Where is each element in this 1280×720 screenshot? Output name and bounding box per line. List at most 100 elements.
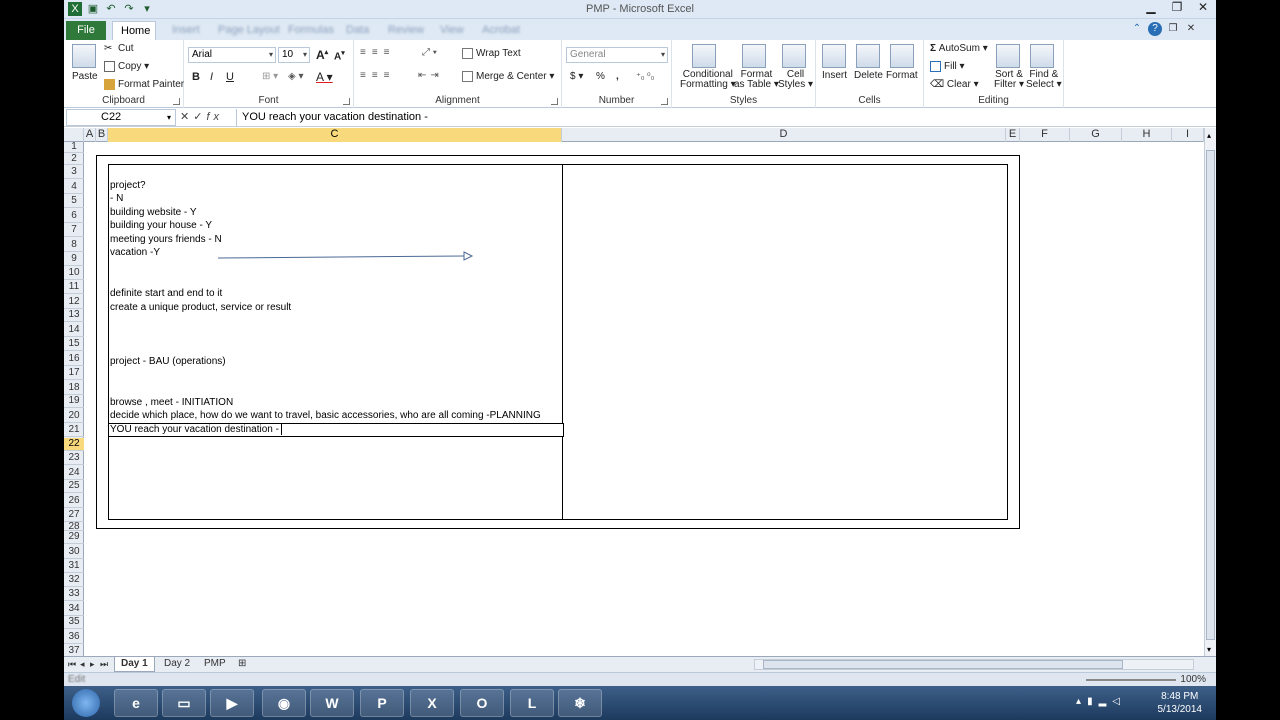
number-launcher-icon[interactable]	[661, 98, 668, 105]
row-header-15[interactable]: 15	[64, 337, 84, 351]
row-header-17[interactable]: 17	[64, 366, 84, 380]
column-header-b[interactable]: B	[96, 128, 108, 142]
number-format-combo[interactable]: General ▾	[566, 47, 668, 63]
row-header-27[interactable]: 27	[64, 508, 84, 522]
sort-filter-icon[interactable]	[996, 44, 1020, 68]
row-header-16[interactable]: 16	[64, 352, 84, 366]
row-header-30[interactable]: 30	[64, 545, 84, 559]
font-color-icon[interactable]: A ▾	[316, 70, 333, 84]
font-size-combo[interactable]: 10 ▾	[278, 47, 310, 63]
column-header-f[interactable]: F	[1020, 128, 1070, 142]
row-header-12[interactable]: 12	[64, 295, 84, 309]
insert-button[interactable]: Insert	[822, 70, 847, 81]
cell-c13[interactable]: create a unique product, service or resu…	[110, 302, 291, 313]
scroll-down-icon[interactable]: ▾	[1207, 645, 1211, 654]
row-header-9[interactable]: 9	[64, 252, 84, 266]
worksheet-grid[interactable]: project? - N building website - Y buildi…	[84, 142, 1204, 656]
cell-c9[interactable]: vacation -Y	[110, 247, 160, 258]
format-as-table-icon[interactable]	[742, 44, 766, 68]
cell-styles-button[interactable]: Cell Styles ▾	[778, 70, 813, 90]
tab-view[interactable]: View	[432, 21, 472, 40]
row-header-5[interactable]: 5	[64, 194, 84, 208]
cell-c20[interactable]: browse , meet - INITIATION	[110, 397, 233, 408]
taskbar-excel[interactable]: X	[410, 689, 454, 717]
taskbar-media[interactable]: ▶	[210, 689, 254, 717]
column-header-e[interactable]: E	[1006, 128, 1020, 142]
restore-workbook-icon[interactable]: ❐	[1166, 22, 1180, 36]
tab-insert[interactable]: Insert	[164, 21, 208, 40]
battery-icon[interactable]: ▮	[1087, 696, 1099, 707]
next-sheet-icon[interactable]: ▸	[90, 659, 95, 670]
cell-c7[interactable]: building your house - Y	[110, 220, 212, 231]
tab-formulas[interactable]: Formulas	[280, 21, 342, 40]
column-header-d[interactable]: D	[562, 128, 1006, 142]
find-select-button[interactable]: Find & Select ▾	[1026, 70, 1062, 90]
row-header-34[interactable]: 34	[64, 602, 84, 616]
tab-home[interactable]: Home	[112, 21, 156, 40]
conditional-formatting-button[interactable]: Conditional Formatting ▾	[680, 70, 736, 90]
cell-c22[interactable]: YOU reach your vacation destination -	[110, 424, 282, 435]
row-header-14[interactable]: 14	[64, 323, 84, 337]
zoom-level[interactable]: 100%	[1180, 674, 1206, 685]
tray-up-icon[interactable]: ▴	[1076, 696, 1087, 707]
font-launcher-icon[interactable]	[343, 98, 350, 105]
grow-font-icon[interactable]: A▴	[316, 48, 328, 62]
network-icon[interactable]: ▂	[1099, 696, 1113, 707]
paste-icon[interactable]	[72, 44, 96, 68]
row-header-10[interactable]: 10	[64, 267, 84, 280]
vertical-align-icons[interactable]: ≡≡≡	[360, 47, 396, 58]
cancel-icon[interactable]: ✕	[180, 111, 193, 123]
scroll-up-icon[interactable]: ▴	[1207, 131, 1211, 140]
orientation-icon[interactable]: ⤢ ▾	[422, 47, 437, 58]
merge-center-button[interactable]: Merge & Center ▾	[462, 71, 554, 82]
taskbar-powerpoint[interactable]: P	[360, 689, 404, 717]
row-header-28[interactable]: 28	[64, 521, 84, 531]
borders-icon[interactable]: ⊞ ▾	[262, 71, 278, 82]
minimize-ribbon-icon[interactable]: ⌃	[1130, 22, 1144, 36]
decimal-icons[interactable]: ⁺₀ ⁰₀	[636, 71, 654, 82]
help-icon[interactable]: ?	[1148, 22, 1162, 36]
close-workbook-icon[interactable]: ✕	[1184, 22, 1198, 36]
cell-styles-icon[interactable]	[782, 44, 806, 68]
horizontal-scrollbar[interactable]	[754, 659, 1194, 670]
conditional-formatting-icon[interactable]	[692, 44, 716, 68]
last-sheet-icon[interactable]: ⏭	[100, 659, 108, 670]
cell-c21[interactable]: decide which place, how do we want to tr…	[110, 410, 541, 421]
format-cells-icon[interactable]	[890, 44, 914, 68]
wrap-text-button[interactable]: Wrap Text	[462, 48, 521, 59]
paste-button[interactable]: Paste	[72, 71, 98, 82]
row-header-18[interactable]: 18	[64, 381, 84, 395]
close-icon[interactable]: ✕	[1190, 0, 1216, 16]
insert-cells-icon[interactable]	[822, 44, 846, 68]
tab-acrobat[interactable]: Acrobat	[474, 21, 528, 40]
copy-button[interactable]: Copy ▾	[104, 61, 149, 72]
row-header-19[interactable]: 19	[64, 395, 84, 408]
tab-file[interactable]: File	[66, 21, 106, 40]
fill-button[interactable]: Fill ▾	[930, 61, 965, 72]
start-button[interactable]	[72, 689, 100, 717]
row-header-7[interactable]: 7	[64, 223, 84, 237]
format-painter-button[interactable]: Format Painter	[104, 79, 184, 90]
column-header-g[interactable]: G	[1070, 128, 1122, 142]
row-header-8[interactable]: 8	[64, 238, 84, 252]
clear-button[interactable]: ⌫ Clear ▾	[930, 79, 979, 90]
row-header-35[interactable]: 35	[64, 616, 84, 629]
row-header-26[interactable]: 26	[64, 494, 84, 508]
row-header-13[interactable]: 13	[64, 309, 84, 322]
row-header-11[interactable]: 11	[64, 280, 84, 294]
insert-function-icon[interactable]: fx	[206, 111, 223, 123]
vertical-scroll-thumb[interactable]	[1206, 150, 1215, 640]
cell-c6[interactable]: building website - Y	[110, 207, 197, 218]
column-header-i[interactable]: I	[1172, 128, 1204, 142]
row-header-36[interactable]: 36	[64, 630, 84, 644]
sheet-tab-day-2[interactable]: Day 2	[158, 657, 196, 672]
row-header-29[interactable]: 29	[64, 531, 84, 544]
row-header-4[interactable]: 4	[64, 180, 84, 194]
cell-c12[interactable]: definite start and end to it	[110, 288, 222, 299]
alignment-launcher-icon[interactable]	[551, 98, 558, 105]
sheet-tab-pmp[interactable]: PMP	[198, 657, 232, 672]
column-header-a[interactable]: A	[84, 128, 96, 142]
first-sheet-icon[interactable]: ⏮	[68, 659, 76, 670]
restore-icon[interactable]: ❐	[1164, 0, 1190, 16]
taskbar-lync[interactable]: L	[510, 689, 554, 717]
